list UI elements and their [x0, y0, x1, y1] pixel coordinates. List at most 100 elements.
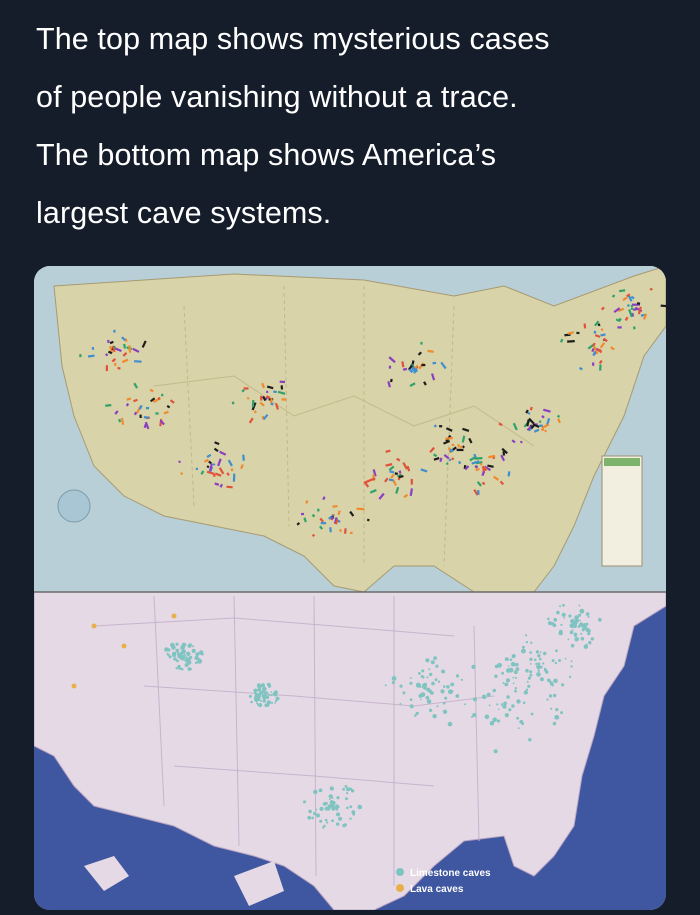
- limestone-cave-marker: [504, 657, 509, 661]
- limestone-cave-marker: [536, 665, 538, 668]
- limestone-cave-marker: [551, 684, 555, 687]
- limestone-cave-marker: [497, 662, 502, 668]
- limestone-cave-marker: [527, 676, 531, 680]
- limestone-cave-marker: [402, 691, 406, 695]
- limestone-cave-marker: [585, 612, 590, 616]
- limestone-cave-marker: [420, 698, 422, 701]
- limestone-cave-marker: [426, 699, 432, 704]
- limestone-cave-marker: [587, 615, 590, 618]
- caption-line-1: The top map shows mysterious cases: [36, 22, 550, 56]
- limestone-cave-marker: [351, 810, 356, 814]
- limestone-cave-marker: [525, 668, 529, 673]
- limestone-cave-marker: [503, 705, 505, 707]
- limestone-cave-marker: [338, 816, 343, 821]
- limestone-cave-marker: [186, 651, 191, 656]
- limestone-cave-marker: [308, 809, 312, 814]
- limestone-cave-marker: [472, 697, 477, 702]
- limestone-cave-marker: [538, 657, 542, 661]
- limestone-cave-marker: [548, 694, 553, 698]
- missing-person-marker: [539, 424, 543, 427]
- limestone-cave-marker: [542, 662, 545, 665]
- limestone-cave-marker: [523, 690, 528, 695]
- limestone-cave-marker: [384, 684, 387, 687]
- limestone-cave-marker: [180, 647, 182, 650]
- limestone-cave-marker: [564, 657, 567, 660]
- limestone-cave-marker: [455, 694, 460, 698]
- limestone-cave-marker: [578, 604, 581, 607]
- limestone-cave-marker: [176, 659, 179, 663]
- limestone-cave-marker: [428, 668, 431, 671]
- limestone-cave-marker: [436, 705, 439, 708]
- limestone-cave-marker: [416, 683, 421, 688]
- limestone-cave-marker: [430, 660, 435, 665]
- limestone-cave-marker: [185, 656, 188, 659]
- limestone-cave-marker: [580, 632, 583, 635]
- limestone-cave-marker: [555, 708, 559, 712]
- limestone-cave-marker: [433, 656, 437, 660]
- limestone-cave-marker: [561, 683, 565, 687]
- missing-person-marker: [145, 406, 150, 410]
- limestone-cave-marker: [503, 701, 507, 706]
- limestone-cave-marker: [575, 617, 579, 621]
- limestone-cave-marker: [573, 632, 578, 637]
- limestone-cave-marker: [570, 643, 575, 648]
- limestone-cave-marker: [547, 617, 550, 621]
- limestone-cave-marker: [250, 700, 253, 704]
- limestone-cave-marker: [552, 623, 557, 628]
- missing-person-marker: [317, 508, 320, 512]
- limestone-cave-marker: [471, 664, 476, 669]
- limestone-cave-marker: [196, 661, 199, 664]
- limestone-cave-marker: [256, 702, 258, 705]
- post-caption: The top map shows mysterious cases of pe…: [36, 10, 676, 242]
- limestone-cave-marker: [409, 681, 413, 685]
- missing-person-marker: [279, 380, 286, 384]
- limestone-cave-marker: [409, 677, 412, 679]
- missing-person-marker: [114, 362, 117, 366]
- limestone-cave-marker: [529, 663, 532, 665]
- limestone-cave-marker: [274, 700, 277, 703]
- limestone-cave-marker: [529, 651, 532, 654]
- limestone-cave-marker: [537, 669, 540, 672]
- limestone-cave-marker: [537, 662, 541, 666]
- limestone-cave-marker: [342, 787, 345, 791]
- limestone-cave-marker: [543, 667, 547, 670]
- limestone-cave-marker: [460, 678, 463, 681]
- missing-person-marker: [520, 440, 523, 444]
- limestone-cave-marker: [558, 659, 562, 662]
- limestone-cave-marker: [442, 709, 448, 714]
- limestone-cave-marker: [167, 648, 171, 652]
- missing-person-marker: [451, 443, 455, 447]
- limestone-cave-marker: [349, 805, 353, 809]
- limestone-cave-marker: [167, 653, 170, 656]
- limestone-cave-marker: [180, 667, 184, 671]
- limestone-cave-marker: [527, 684, 531, 688]
- limestone-cave-marker: [450, 690, 454, 693]
- missing-persons-map: [34, 266, 666, 592]
- missing-person-marker: [251, 399, 255, 407]
- limestone-cave-marker: [260, 683, 266, 688]
- missing-person-marker: [320, 522, 327, 525]
- limestone-cave-marker: [177, 664, 181, 669]
- limestone-cave-marker: [319, 806, 324, 812]
- limestone-cave-marker: [440, 689, 445, 694]
- missing-person-marker: [349, 531, 353, 535]
- limestone-cave-marker: [262, 699, 266, 703]
- map-comparison-image: Limestone caves Lava caves: [34, 266, 666, 910]
- missing-person-marker: [157, 397, 161, 400]
- missing-person-marker: [630, 307, 634, 310]
- post-image[interactable]: Limestone caves Lava caves: [34, 266, 666, 910]
- limestone-cave-marker: [580, 636, 585, 641]
- limestone-cave-marker: [510, 661, 516, 667]
- limestone-cave-marker: [556, 610, 560, 615]
- limestone-cave-marker: [568, 614, 572, 618]
- limestone-cave-marker: [546, 698, 549, 701]
- limestone-cave-marker: [560, 623, 563, 626]
- limestone-cave-marker: [512, 676, 515, 679]
- limestone-cave-marker: [434, 678, 438, 682]
- limestone-cave-marker: [525, 634, 528, 637]
- limestone-cave-marker: [421, 669, 425, 673]
- lava-legend-swatch: [396, 884, 404, 892]
- limestone-cave-marker: [254, 693, 257, 696]
- limestone-cave-marker: [488, 704, 491, 707]
- limestone-cave-marker: [494, 674, 498, 678]
